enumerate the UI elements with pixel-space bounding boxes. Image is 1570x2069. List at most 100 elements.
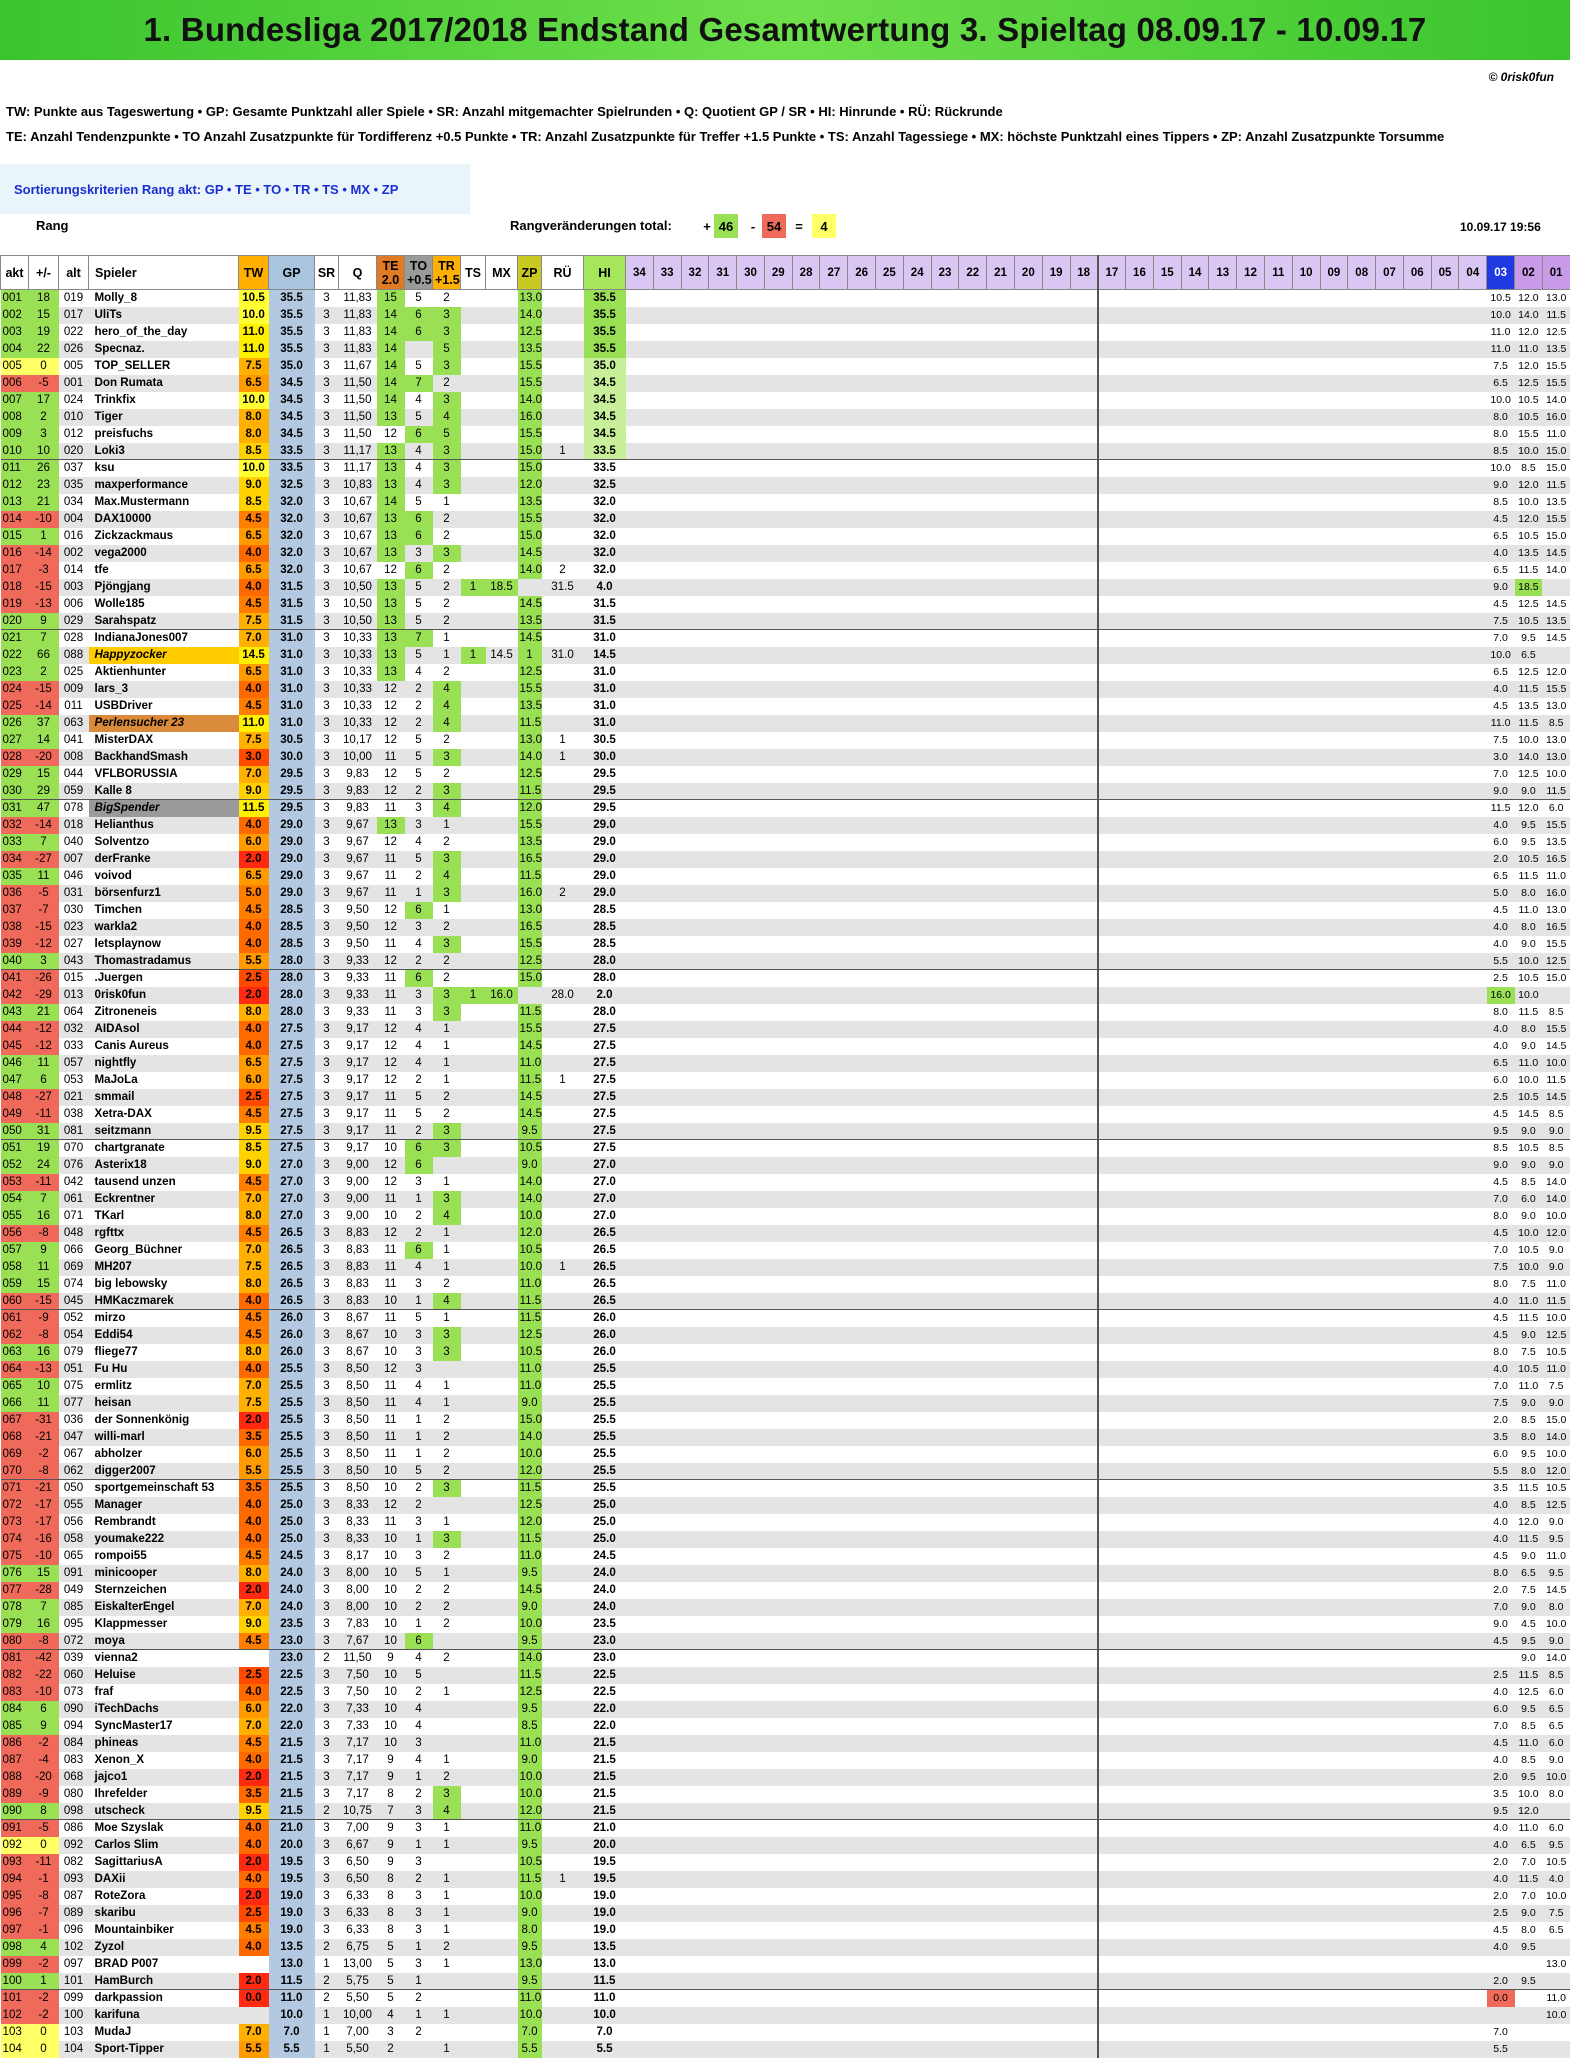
cell-round-02: 6.5 [1514,1564,1543,1582]
cell-round-empty [1264,1530,1293,1548]
table-row: 031 47 078 BigSpender 11.5 29.5 3 9,83 11 3 4 12.0 2… [0,799,1570,817]
cell-round-empty [1347,493,1376,511]
cell-round-empty [847,1785,876,1803]
cell-round-empty [764,1207,793,1225]
cell-round-empty [625,697,654,715]
cell-tr: 2 [432,1649,461,1667]
cell-change: -2 [28,1445,59,1463]
cell-round-empty [1431,1751,1459,1769]
cell-round-empty [1292,1241,1321,1259]
cell-round-empty [764,884,793,902]
cell-to: 2 [404,1479,433,1497]
cell-gp: 26.0 [268,1343,315,1361]
cell-change: -10 [28,1683,59,1701]
cell-round-empty [1014,1156,1043,1174]
cell-round-empty [1236,1666,1265,1684]
cell-tr: 1 [432,493,461,511]
cell-round-empty [875,1632,904,1650]
cell-to: 3 [404,1547,433,1565]
cell-round-empty [1458,323,1487,341]
cell-change: 21 [28,493,59,511]
cell-round-empty [931,1037,959,1055]
cell-round-empty [764,1139,793,1157]
cell-round-empty [958,663,987,681]
cell-round-empty [1236,1173,1265,1191]
cell-ts [460,306,486,324]
cell-gp: 27.5 [268,1105,315,1123]
cell-round-empty [1264,1819,1293,1837]
cell-ts [460,510,486,528]
cell-round-empty [1431,748,1459,766]
cell-round-empty [681,1309,709,1327]
cell-round-empty [1458,1462,1487,1480]
cell-round-empty [736,595,765,613]
cell-round-empty [1070,1734,1098,1752]
cell-round-empty [1070,765,1098,783]
cell-round-empty [736,459,765,477]
cell-te: 13 [376,544,405,562]
cell-round-empty [653,1394,682,1412]
cell-gp: 19.0 [268,1904,315,1922]
cell-mx [485,884,518,902]
cell-round-empty [819,1326,848,1344]
rank-up-sign: + [703,218,711,234]
cell-round-empty [1403,782,1432,800]
cell-ru [541,1394,584,1412]
cell-zp: 10.0 [517,1768,542,1786]
cell-round-empty [875,782,904,800]
cell-round-empty [1042,1904,1070,1922]
cell-round-03: 2.0 [1486,1853,1515,1871]
cell-round-empty [1403,1445,1432,1463]
cell-mx [485,1751,518,1769]
cell-round-empty [1181,799,1209,817]
cell-round-empty [681,1479,709,1497]
cell-round-empty [1042,918,1070,936]
cell-ts [460,1819,486,1837]
cell-ts [460,1870,486,1888]
cell-akt: 033 [0,833,29,851]
cell-player: Wolle185 [88,595,239,613]
cell-te: 12 [376,561,405,579]
cell-round-01: 8.5 [1542,1139,1570,1157]
cell-round-empty [1264,986,1293,1004]
cell-round-empty [1458,816,1487,834]
cell-alt: 065 [58,1547,89,1565]
header-col-mx: MX [485,255,518,290]
cell-round-empty [1125,408,1154,426]
cell-sr: 3 [314,935,339,953]
cell-round-empty [1292,1564,1321,1582]
cell-round-empty [1181,1700,1209,1718]
cell-akt: 005 [0,357,29,375]
cell-te: 12 [376,918,405,936]
cell-to: 4 [404,1037,433,1055]
cell-ts [460,561,486,579]
cell-te: 13 [376,663,405,681]
cell-player: der Sonnenkönig [88,1411,239,1429]
cell-tr: 1 [432,1564,461,1582]
sort-criteria: Sortierungskriterien Rang akt: GP • TE •… [0,164,470,214]
cell-round-empty [653,1921,682,1939]
cell-ru [541,323,584,341]
cell-round-empty [1096,1649,1126,1667]
cell-zp: 14.5 [517,1105,542,1123]
cell-round-empty [958,1224,987,1242]
cell-alt: 028 [58,629,89,647]
cell-round-empty [625,1020,654,1038]
cell-round-empty [792,1530,820,1548]
cell-ru [541,1802,584,1820]
cell-round-empty [1014,1360,1043,1378]
cell-round-empty [792,595,820,613]
cell-round-empty [708,1343,737,1361]
cell-tr: 1 [432,1037,461,1055]
cell-round-empty [1014,1598,1043,1616]
cell-round-empty [958,1190,987,1208]
cell-round-empty [986,1802,1015,1820]
cell-round-empty [625,850,654,868]
cell-round-empty [625,1190,654,1208]
cell-round-empty [1125,799,1154,817]
cell-round-empty [681,391,709,409]
cell-round-empty [1347,595,1376,613]
cell-to: 5 [404,1088,433,1106]
cell-round-empty [792,612,820,630]
cell-ru [541,476,584,494]
